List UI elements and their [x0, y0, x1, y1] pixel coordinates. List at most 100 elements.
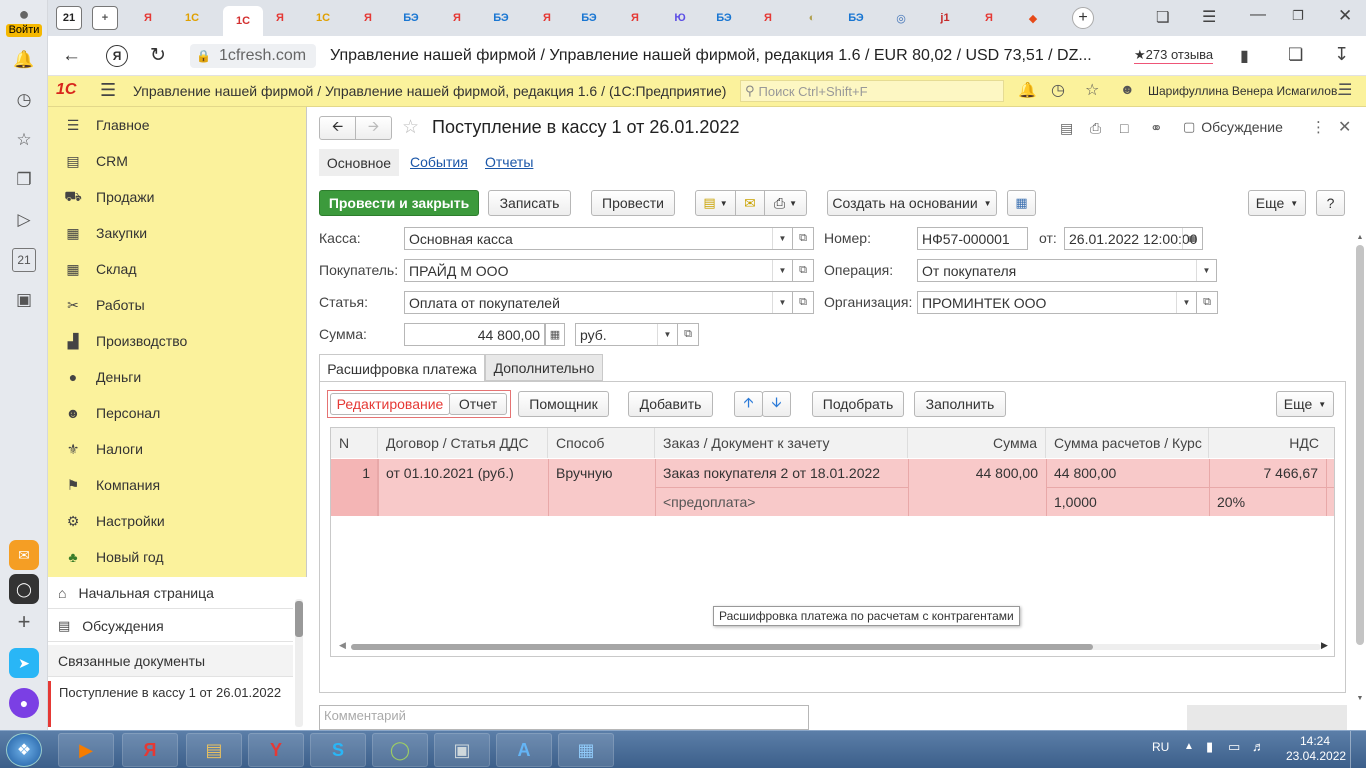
pick-button[interactable]: Подобрать [812, 391, 904, 417]
operation-field[interactable]: От покупателя ▼ [917, 259, 1217, 282]
open-icon[interactable]: ⧉ [792, 227, 814, 250]
browser-tab[interactable]: ◆ [1020, 6, 1046, 30]
calendar-icon[interactable]: ▦ [1182, 228, 1202, 249]
favorites-icon[interactable]: ☆ [12, 128, 36, 152]
browser-tab[interactable]: Ю [667, 6, 693, 30]
kassa-field[interactable]: Основная касса ▼ [404, 227, 793, 250]
volume-icon[interactable]: ♬ [1252, 739, 1265, 754]
camera-icon[interactable]: ▣ [12, 288, 36, 312]
tab-additional[interactable]: Дополнительно [485, 354, 603, 381]
collections-icon[interactable]: ❐ [12, 168, 36, 192]
link-icon[interactable]: ⚭ [1150, 119, 1163, 137]
menu-icon[interactable]: ☰ [1202, 7, 1216, 27]
helper-button[interactable]: Помощник [518, 391, 609, 417]
edit-mode-button[interactable]: Редактирование [330, 393, 450, 415]
page-title[interactable]: Управление нашей фирмой / Управление наш… [330, 47, 1110, 65]
browser-tab[interactable]: БЭ [843, 6, 869, 30]
messenger-app-icon[interactable]: ➤ [9, 648, 39, 678]
forward-button[interactable]: 🡪 [355, 116, 392, 140]
form-scrollbar[interactable]: ▲ ▼ [1356, 234, 1364, 714]
reviews-link[interactable]: ★273 отзыва [1134, 47, 1214, 64]
sidebar-item[interactable]: ▦ Закупки [48, 215, 307, 251]
open-icon[interactable]: ⧉ [1196, 291, 1218, 314]
chat-app-icon[interactable]: ◯ [372, 733, 428, 767]
history-icon[interactable]: ◷ [12, 88, 36, 112]
chevron-down-icon[interactable]: ▼ [1196, 260, 1216, 281]
calendar-21-icon[interactable]: 21 [12, 248, 36, 272]
browser-tab[interactable]: j1 [932, 6, 958, 30]
new-tab-button[interactable]: + [1072, 7, 1094, 29]
more-button[interactable]: Еще ▼ [1248, 190, 1306, 216]
sidebar-item[interactable]: ▤ CRM [48, 143, 307, 179]
post-and-close-button[interactable]: Провести и закрыть [319, 190, 479, 216]
favorite-star-icon[interactable]: ☆ [402, 116, 419, 139]
yandex-browser-icon[interactable]: Я [122, 733, 178, 767]
history-icon[interactable]: ◷ [1051, 80, 1065, 100]
user-icon[interactable]: ☻ [1120, 81, 1135, 97]
user-name[interactable]: Шарифуллина Венера Исмагилов... [1148, 84, 1347, 98]
reload-icon[interactable]: ↻ [150, 44, 166, 67]
comment-field[interactable]: Комментарий [319, 705, 809, 730]
table-row[interactable]: 1 от 01.10.2021 (руб.) Вручную Заказ пок… [331, 459, 1334, 516]
sum-field[interactable]: 44 800,00 [404, 323, 545, 346]
chevron-down-icon[interactable]: ▼ [772, 228, 792, 249]
related-docs-header[interactable]: Связанные документы [48, 645, 293, 677]
buyer-field[interactable]: ПРАЙД М ООО ▼ [404, 259, 793, 282]
browser-tab[interactable]: БЭ [576, 6, 602, 30]
close-window-icon[interactable]: ✕ [1338, 6, 1352, 26]
save-icon[interactable]: ▤ [1060, 120, 1073, 137]
add-app-icon[interactable]: + [12, 609, 36, 634]
add-button[interactable]: Добавить [628, 391, 713, 417]
media-player-icon[interactable]: ▶ [58, 733, 114, 767]
search-input[interactable]: ⚲ Поиск Ctrl+Shift+F [740, 80, 1004, 102]
download-icon[interactable]: ↧ [1334, 44, 1349, 65]
sidebar-item[interactable]: ● Деньги [48, 359, 307, 395]
sidebar-item[interactable]: ⚙ Настройки [48, 503, 307, 539]
sidebar-item[interactable]: ⚜ Налоги [48, 431, 307, 467]
currency-field[interactable]: руб. ▼ [575, 323, 678, 346]
open-icon[interactable]: ⧉ [792, 291, 814, 314]
column-header[interactable]: НДС [1209, 428, 1334, 458]
help-button[interactable]: ? [1316, 190, 1345, 216]
column-header[interactable]: Сумма расчетов / Курс [1046, 428, 1209, 458]
main-menu-icon[interactable]: ☰ [100, 80, 116, 101]
browser-tab[interactable]: Я [976, 6, 1002, 30]
discussion-button[interactable]: ▢ Обсуждение [1183, 119, 1283, 135]
sidebar-item[interactable]: ✂ Работы [48, 287, 307, 323]
extensions-icon[interactable]: ❏ [1288, 45, 1303, 65]
browser-tab[interactable]: Я [267, 6, 293, 30]
yandex-logo-icon[interactable]: Я [106, 45, 128, 67]
assistant-app-icon[interactable]: ● [9, 688, 39, 718]
notifications-icon[interactable]: 🔔 [12, 48, 36, 72]
calculator-icon[interactable]: ▦ [545, 323, 565, 346]
email-button[interactable]: ✉ [735, 190, 765, 216]
sidebar-item[interactable]: ▟ Производство [48, 323, 307, 359]
table-more-button[interactable]: Еще ▼ [1276, 391, 1334, 417]
minimize-icon[interactable]: — [1250, 6, 1266, 24]
browser-tab[interactable]: Я [755, 6, 781, 30]
alice-app-icon[interactable]: ◯ [9, 574, 39, 604]
star-icon[interactable]: ☆ [1085, 80, 1099, 100]
login-button[interactable]: ● Войти [6, 4, 42, 38]
browser-tab[interactable]: Я [622, 6, 648, 30]
create-based-on-button[interactable]: Создать на основании ▼ [827, 190, 997, 216]
url-domain[interactable]: 1cfresh.com [219, 47, 306, 65]
sidebar-item[interactable]: ▦ Склад [48, 251, 307, 287]
back-arrow-icon[interactable]: ← [62, 45, 81, 67]
horizontal-scrollbar[interactable] [351, 644, 1321, 650]
fill-button[interactable]: Заполнить [914, 391, 1006, 417]
column-header[interactable]: Договор / Статья ДДС [378, 428, 548, 458]
move-down-button[interactable]: 🡫 [762, 391, 791, 417]
file-explorer-icon[interactable]: ▤ [186, 733, 242, 767]
browser-tab[interactable]: 1С [310, 6, 336, 30]
yandex-icon[interactable]: Y [248, 733, 304, 767]
discussions-link[interactable]: ▤ Обсуждения [48, 610, 293, 642]
tab-main[interactable]: Основное [319, 149, 399, 176]
browser-tab[interactable]: ◎ [888, 6, 914, 30]
clock[interactable]: 14:24 23.04.2022 [1286, 734, 1346, 764]
sidebar-item[interactable]: ☻ Персонал [48, 395, 307, 431]
sidebar-item[interactable]: ♣ Новый год [48, 539, 307, 575]
browser-tab[interactable]: БЭ [488, 6, 514, 30]
restore-icon[interactable]: ❐ [1292, 8, 1304, 24]
tray-expand-icon[interactable]: ▲ [1184, 741, 1194, 752]
